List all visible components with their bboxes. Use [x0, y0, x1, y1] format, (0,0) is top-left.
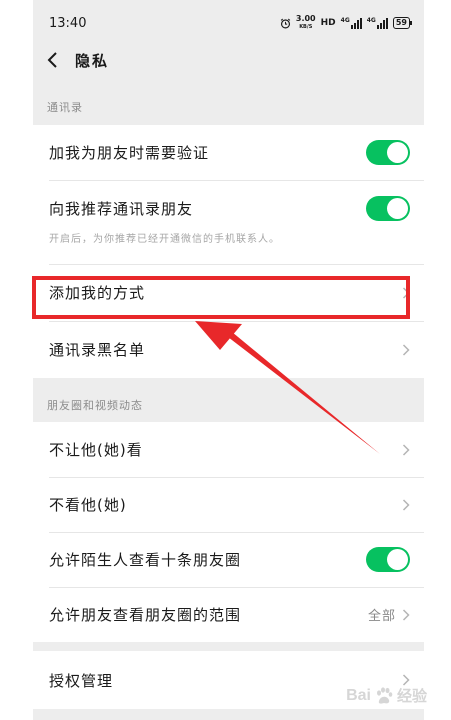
verify-label: 加我为朋友时需要验证: [49, 144, 210, 162]
signal-2-label: 4G: [366, 16, 376, 24]
watermark-brand-cn: 经验: [396, 688, 427, 705]
range-value: 全部: [367, 609, 396, 624]
add-methods-row[interactable]: 添加我的方式: [33, 264, 424, 321]
net-speed-value: 3.00: [295, 14, 316, 23]
hide-mine-row[interactable]: 不让他(她)看: [33, 422, 424, 477]
signal-2: 4G: [366, 16, 388, 29]
chevron-right-icon: [402, 286, 410, 299]
recommend-toggle[interactable]: [366, 195, 410, 221]
moments-group: 不让他(她)看 不看他(她) 允许陌生人查看十条朋友圈 允许朋友查看朋友圈的范围…: [33, 422, 424, 642]
toggle-knob: [387, 142, 408, 163]
hd-indicator: HD: [320, 18, 336, 28]
strangers-row[interactable]: 允许陌生人查看十条朋友圈: [33, 532, 424, 587]
paw-icon: [376, 686, 393, 704]
toggle-knob: [387, 549, 408, 570]
page-title: 隐私: [75, 51, 110, 70]
toggle-knob: [387, 197, 408, 219]
auth-label: 授权管理: [49, 671, 114, 690]
section-header-moments: 朋友圈和视频动态: [47, 399, 143, 412]
battery-icon: 59: [392, 17, 413, 29]
blacklist-label: 通讯录黑名单: [49, 341, 146, 359]
status-icons: 3.00 KB/S HD 4G 4G 59: [280, 15, 413, 31]
chevron-right-icon: [402, 498, 410, 511]
net-speed: 3.00 KB/S: [296, 15, 316, 31]
recommend-hint: 开启后，为你推荐已经开通微信的手机联系人。: [49, 234, 280, 245]
chevron-right-icon: [402, 608, 410, 621]
net-speed-unit: KB/S: [299, 24, 313, 30]
hide-theirs-row[interactable]: 不看他(她): [33, 477, 424, 532]
strangers-toggle[interactable]: [366, 547, 410, 572]
blacklist-row[interactable]: 通讯录黑名单: [33, 321, 424, 378]
range-label: 允许朋友查看朋友圈的范围: [49, 606, 242, 624]
hide-theirs-label: 不看他(她): [49, 496, 127, 514]
range-row[interactable]: 允许朋友查看朋友圈的范围 全部: [33, 587, 424, 642]
signal-bars-icon: [376, 17, 388, 29]
chevron-right-icon: [402, 443, 410, 456]
back-arrow-icon[interactable]: [45, 50, 63, 70]
signal-bars-icon: [350, 17, 362, 29]
nav-bar: 隐私: [33, 46, 424, 74]
status-bar: 13:40 3.00 KB/S HD 4G 4G 59: [33, 0, 424, 46]
battery-level: 59: [395, 18, 407, 27]
strangers-label: 允许陌生人查看十条朋友圈: [49, 551, 242, 569]
baidu-watermark: Bai 经验: [346, 685, 427, 706]
add-methods-label: 添加我的方式: [49, 284, 146, 302]
status-time: 13:40: [49, 15, 87, 31]
verify-toggle[interactable]: [366, 140, 410, 165]
phone-screen: 13:40 3.00 KB/S HD 4G 4G 59 隐私 通讯录 加我为朋友…: [33, 0, 424, 720]
hide-mine-label: 不让他(她)看: [49, 441, 143, 459]
contacts-group: 加我为朋友时需要验证 向我推荐通讯录朋友 开启后，为你推荐已经开通微信的手机联系…: [33, 125, 424, 378]
signal-1: 4G: [340, 16, 362, 29]
chevron-right-icon: [402, 343, 410, 356]
verify-row[interactable]: 加我为朋友时需要验证: [33, 125, 424, 180]
watermark-brand: Bai: [346, 686, 371, 704]
signal-1-label: 4G: [340, 16, 350, 24]
section-header-contacts: 通讯录: [47, 101, 83, 114]
recommend-row[interactable]: 向我推荐通讯录朋友 开启后，为你推荐已经开通微信的手机联系人。: [33, 180, 424, 264]
alarm-icon: [280, 18, 291, 28]
recommend-label: 向我推荐通讯录朋友: [49, 199, 194, 218]
